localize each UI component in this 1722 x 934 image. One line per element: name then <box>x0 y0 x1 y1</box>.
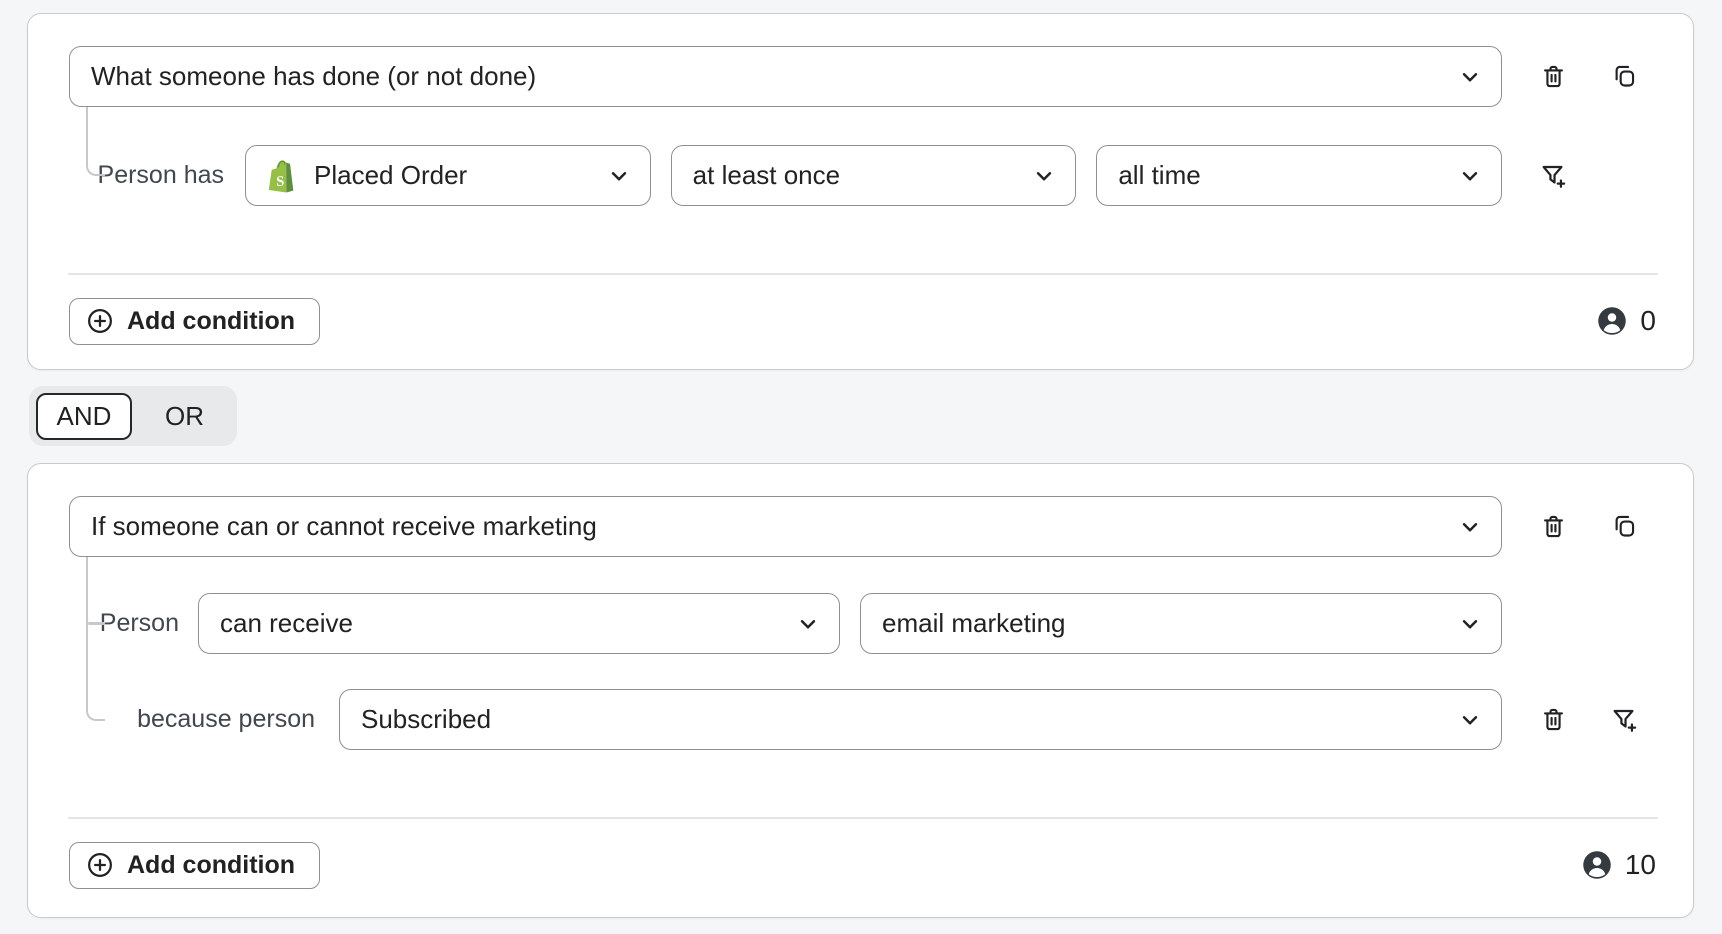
shopify-icon: S <box>267 159 297 193</box>
plus-circle-icon <box>86 307 114 335</box>
reason-value: Subscribed <box>361 704 1457 735</box>
plus-circle-icon <box>86 851 114 879</box>
chevron-down-icon <box>1457 707 1483 733</box>
condition-type-row: What someone has done (or not done) <box>69 46 1656 107</box>
trash-icon <box>1540 63 1567 90</box>
icon-spacer <box>1535 606 1571 642</box>
consent-select[interactable]: can receive <box>198 593 840 654</box>
toggle-and-button[interactable]: AND <box>36 393 132 440</box>
condition-type-row: If someone can or cannot receive marketi… <box>69 496 1656 557</box>
filter-plus-icon <box>1610 706 1638 734</box>
condition-type-value: If someone can or cannot receive marketi… <box>91 511 1457 542</box>
chevron-down-icon <box>1457 163 1483 189</box>
trash-icon <box>1540 706 1567 733</box>
icon-spacer <box>1606 158 1642 194</box>
profile-count-value: 0 <box>1640 305 1656 337</box>
add-condition-label: Add condition <box>127 851 295 880</box>
add-filter-button[interactable] <box>1606 702 1642 738</box>
chevron-down-icon <box>1457 611 1483 637</box>
copy-icon <box>1611 513 1638 540</box>
channel-value: email marketing <box>882 608 1457 639</box>
toggle-or-button[interactable]: OR <box>132 393 237 440</box>
reason-row-label: because person <box>69 705 339 734</box>
condition-row-label: Person has <box>69 161 245 190</box>
event-value: Placed Order <box>314 160 606 191</box>
consent-row-label: Person <box>69 609 198 638</box>
chevron-down-icon <box>1457 64 1483 90</box>
consent-value: can receive <box>220 608 795 639</box>
trash-icon <box>1540 513 1567 540</box>
add-condition-button[interactable]: Add condition <box>69 298 320 345</box>
profile-count-group2: 10 <box>1582 849 1656 881</box>
timeframe-value: all time <box>1118 160 1457 191</box>
chevron-down-icon <box>606 163 632 189</box>
duplicate-condition-button[interactable] <box>1606 59 1642 95</box>
delete-condition-button[interactable] <box>1535 509 1571 545</box>
condition-group-1: What someone has done (or not done) <box>27 13 1694 370</box>
add-filter-button[interactable] <box>1535 158 1571 194</box>
add-condition-label: Add condition <box>127 307 295 336</box>
reason-row: because person Subscribed <box>69 689 1656 750</box>
boolean-operator-toggle: AND OR <box>29 386 237 446</box>
chevron-down-icon <box>795 611 821 637</box>
add-condition-button[interactable]: Add condition <box>69 842 320 889</box>
condition-type-select[interactable]: If someone can or cannot receive marketi… <box>69 496 1502 557</box>
profile-count-value: 10 <box>1625 849 1656 881</box>
frequency-value: at least once <box>693 160 1032 191</box>
svg-text:S: S <box>276 173 285 189</box>
divider <box>68 817 1658 819</box>
icon-spacer <box>1606 606 1642 642</box>
condition-row: Person has S Placed Order <box>69 145 1656 206</box>
chevron-down-icon <box>1457 514 1483 540</box>
profile-count-group1: 0 <box>1597 305 1656 337</box>
condition-group-2: If someone can or cannot receive marketi… <box>27 463 1694 918</box>
chevron-down-icon <box>1031 163 1057 189</box>
copy-icon <box>1611 63 1638 90</box>
condition-type-value: What someone has done (or not done) <box>91 61 1457 92</box>
duplicate-condition-button[interactable] <box>1606 509 1642 545</box>
consent-row: Person can receive email marketing <box>69 593 1656 654</box>
person-icon <box>1597 306 1627 336</box>
filter-plus-icon <box>1539 162 1567 190</box>
reason-select[interactable]: Subscribed <box>339 689 1502 750</box>
divider <box>68 273 1658 275</box>
timeframe-select[interactable]: all time <box>1096 145 1502 206</box>
event-select[interactable]: S Placed Order <box>245 145 651 206</box>
delete-condition-button[interactable] <box>1535 59 1571 95</box>
person-icon <box>1582 850 1612 880</box>
condition-type-select[interactable]: What someone has done (or not done) <box>69 46 1502 107</box>
frequency-select[interactable]: at least once <box>671 145 1077 206</box>
delete-row-button[interactable] <box>1535 702 1571 738</box>
channel-select[interactable]: email marketing <box>860 593 1502 654</box>
